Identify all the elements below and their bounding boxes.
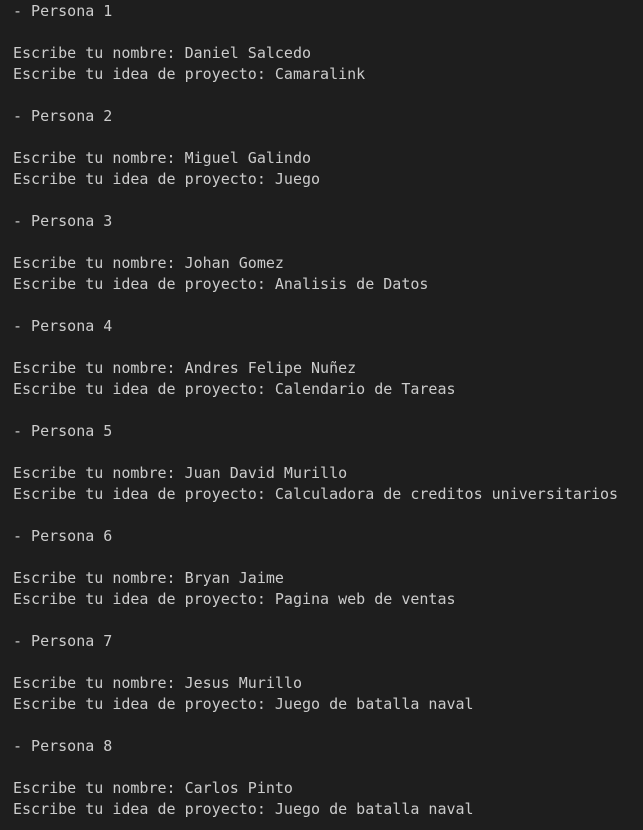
persona-header: - Persona 4 bbox=[13, 317, 113, 335]
name-prompt: Escribe tu nombre: bbox=[13, 359, 185, 377]
name-value: Daniel Salcedo bbox=[184, 44, 312, 62]
idea-line: Escribe tu idea de proyecto: Juego bbox=[13, 169, 643, 190]
name-value: Juan David Murillo bbox=[184, 464, 348, 482]
persona-header: - Persona 1 bbox=[13, 2, 113, 20]
idea-value: Calculadora de creditos universitarios bbox=[274, 485, 619, 503]
persona-block-6: - Persona 6 Escribe tu nombre: Bryan Jai… bbox=[13, 526, 643, 631]
idea-value: Camaralink bbox=[274, 65, 366, 83]
idea-line: Escribe tu idea de proyecto: Camaralink bbox=[13, 64, 643, 85]
persona-header: - Persona 6 bbox=[13, 527, 113, 545]
idea-prompt: Escribe tu idea de proyecto: bbox=[13, 65, 275, 83]
idea-value: Juego de batalla naval bbox=[274, 800, 474, 818]
idea-value: Calendario de Tareas bbox=[274, 380, 456, 398]
name-prompt: Escribe tu nombre: bbox=[13, 149, 185, 167]
name-prompt: Escribe tu nombre: bbox=[13, 569, 185, 587]
persona-block-1: - Persona 1 Escribe tu nombre: Daniel Sa… bbox=[13, 1, 643, 106]
name-prompt: Escribe tu nombre: bbox=[13, 44, 185, 62]
idea-prompt: Escribe tu idea de proyecto: bbox=[13, 380, 275, 398]
persona-block-3: - Persona 3 Escribe tu nombre: Johan Gom… bbox=[13, 211, 643, 316]
persona-header: - Persona 3 bbox=[13, 212, 113, 230]
persona-block-5: - Persona 5 Escribe tu nombre: Juan Davi… bbox=[13, 421, 643, 526]
idea-line: Escribe tu idea de proyecto: Calculadora… bbox=[13, 484, 643, 505]
name-line: Escribe tu nombre: Juan David Murillo bbox=[13, 463, 643, 484]
idea-prompt: Escribe tu idea de proyecto: bbox=[13, 800, 275, 818]
name-line: Escribe tu nombre: Jesus Murillo bbox=[13, 673, 643, 694]
name-prompt: Escribe tu nombre: bbox=[13, 464, 185, 482]
name-value: Miguel Galindo bbox=[184, 149, 312, 167]
name-value: Bryan Jaime bbox=[184, 569, 284, 587]
persona-header: - Persona 8 bbox=[13, 737, 113, 755]
idea-line: Escribe tu idea de proyecto: Juego de ba… bbox=[13, 694, 643, 715]
name-line: Escribe tu nombre: Carlos Pinto bbox=[13, 778, 643, 799]
idea-line: Escribe tu idea de proyecto: Calendario … bbox=[13, 379, 643, 400]
idea-prompt: Escribe tu idea de proyecto: bbox=[13, 170, 275, 188]
name-value: Johan Gomez bbox=[184, 254, 284, 272]
idea-value: Juego bbox=[274, 170, 321, 188]
name-line: Escribe tu nombre: Johan Gomez bbox=[13, 253, 643, 274]
persona-header: - Persona 7 bbox=[13, 632, 113, 650]
idea-line: Escribe tu idea de proyecto: Juego de ba… bbox=[13, 799, 643, 820]
name-value: Andres Felipe Nuñez bbox=[184, 359, 357, 377]
name-prompt: Escribe tu nombre: bbox=[13, 674, 185, 692]
name-line: Escribe tu nombre: Andres Felipe Nuñez bbox=[13, 358, 643, 379]
name-line: Escribe tu nombre: Bryan Jaime bbox=[13, 568, 643, 589]
persona-block-7: - Persona 7 Escribe tu nombre: Jesus Mur… bbox=[13, 631, 643, 736]
name-line: Escribe tu nombre: Miguel Galindo bbox=[13, 148, 643, 169]
idea-value: Pagina web de ventas bbox=[274, 590, 456, 608]
name-value: Jesus Murillo bbox=[184, 674, 302, 692]
idea-value: Juego de batalla naval bbox=[274, 695, 474, 713]
terminal-output[interactable]: - Persona 1 Escribe tu nombre: Daniel Sa… bbox=[0, 0, 643, 830]
persona-block-4: - Persona 4 Escribe tu nombre: Andres Fe… bbox=[13, 316, 643, 421]
idea-value: Analisis de Datos bbox=[274, 275, 429, 293]
persona-block-2: - Persona 2 Escribe tu nombre: Miguel Ga… bbox=[13, 106, 643, 211]
idea-prompt: Escribe tu idea de proyecto: bbox=[13, 485, 275, 503]
idea-prompt: Escribe tu idea de proyecto: bbox=[13, 590, 275, 608]
persona-block-8: - Persona 8 Escribe tu nombre: Carlos Pi… bbox=[13, 736, 643, 820]
persona-header: - Persona 5 bbox=[13, 422, 113, 440]
persona-header: - Persona 2 bbox=[13, 107, 113, 125]
idea-line: Escribe tu idea de proyecto: Analisis de… bbox=[13, 274, 643, 295]
idea-line: Escribe tu idea de proyecto: Pagina web … bbox=[13, 589, 643, 610]
name-value: Carlos Pinto bbox=[184, 779, 293, 797]
name-prompt: Escribe tu nombre: bbox=[13, 779, 185, 797]
idea-prompt: Escribe tu idea de proyecto: bbox=[13, 275, 275, 293]
name-prompt: Escribe tu nombre: bbox=[13, 254, 185, 272]
name-line: Escribe tu nombre: Daniel Salcedo bbox=[13, 43, 643, 64]
idea-prompt: Escribe tu idea de proyecto: bbox=[13, 695, 275, 713]
